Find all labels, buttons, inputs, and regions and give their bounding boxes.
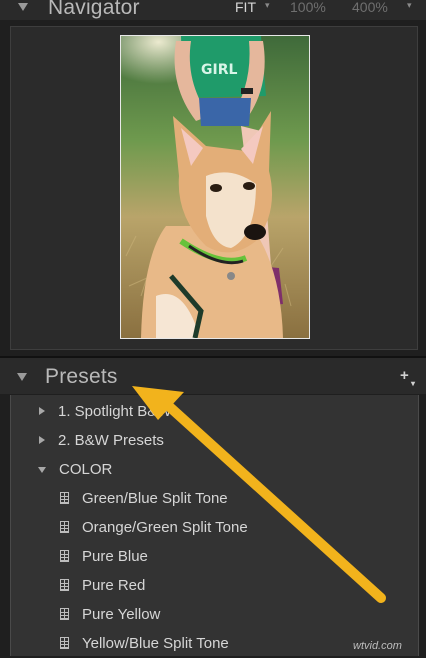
list-item-label: Pure Blue [82,548,148,565]
shirt-text: GIRL [201,62,237,78]
list-item-label: 2. B&W Presets [58,432,164,449]
preset-item[interactable]: Orange/Green Split Tone [11,513,418,542]
preset-icon [60,492,69,504]
preset-item[interactable]: Green/Blue Split Tone [11,484,418,513]
zoom-fit-option[interactable]: FIT [235,0,256,15]
disclosure-down-icon[interactable] [38,467,46,473]
watermark-text: wtvid.com [353,640,402,652]
presets-header[interactable]: Presets + ▾ [0,356,426,394]
list-item-label: Green/Blue Split Tone [82,490,228,507]
preset-item[interactable]: Pure Red [11,571,418,600]
list-item-label: Yellow/Blue Split Tone [82,635,229,652]
navigator-preview-image[interactable]: GIRL [120,35,310,339]
list-item-label: Orange/Green Split Tone [82,519,248,536]
preset-icon [60,608,69,620]
preset-folder-spotlight-bw[interactable]: 1. Spotlight B&W [11,397,418,426]
list-item-label: Pure Yellow [82,606,161,623]
collapse-triangle-icon[interactable] [17,373,27,381]
disclosure-right-icon[interactable] [39,407,45,415]
disclosure-right-icon[interactable] [39,436,45,444]
preset-folder-bw-presets[interactable]: 2. B&W Presets [11,426,418,455]
zoom-dropdown-arrows-icon[interactable]: ▾ [407,0,412,11]
preset-item[interactable]: Pure Blue [11,542,418,571]
zoom-dropdown-arrows-icon[interactable]: ▾ [265,0,270,11]
preset-icon [60,579,69,591]
zoom-400-option[interactable]: 400% [352,0,388,15]
list-item-label: Pure Red [82,577,146,594]
preset-icon [60,637,69,649]
preset-folder-color[interactable]: COLOR [11,455,418,484]
presets-list: 1. Spotlight B&W 2. B&W Presets COLOR Gr… [10,395,419,656]
preset-icon [60,521,69,533]
presets-title: Presets [45,365,118,388]
list-item-label: COLOR [59,461,113,478]
preset-item[interactable]: Pure Yellow [11,600,418,629]
list-item-label: 1. Spotlight B&W [58,403,172,420]
navigator-title: Navigator [48,0,140,19]
preset-icon [60,550,69,562]
navigator-header[interactable]: Navigator FIT ▾ 100% 400% ▾ [0,0,426,20]
zoom-100-option[interactable]: 100% [290,0,326,15]
collapse-triangle-icon[interactable] [18,3,28,11]
plus-icon[interactable]: + ▾ [400,368,418,388]
